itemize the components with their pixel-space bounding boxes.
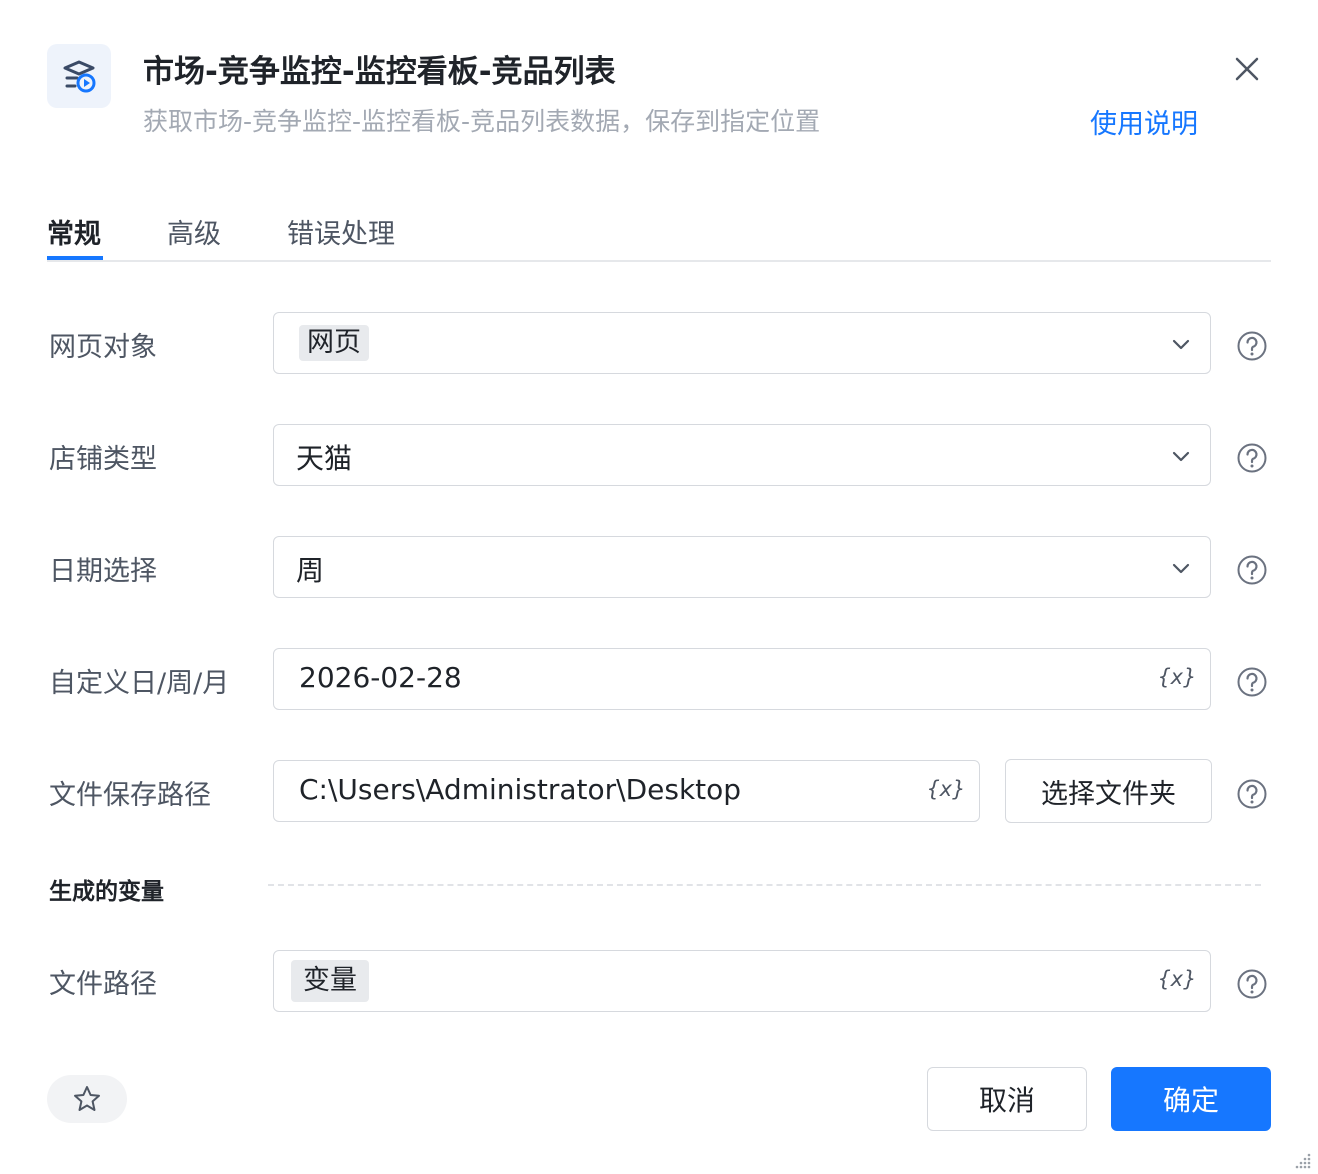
active-tab-indicator	[47, 256, 103, 260]
usage-instructions-link[interactable]: 使用说明	[1090, 102, 1198, 141]
help-icon[interactable]	[1236, 442, 1268, 474]
dialog-subtitle: 获取市场-竞争监控-监控看板-竞品列表数据，保存到指定位置	[143, 107, 821, 136]
variable-icon[interactable]: {x}	[1158, 665, 1196, 689]
help-icon[interactable]	[1236, 554, 1268, 586]
file-path-label: 文件路径	[49, 969, 157, 1000]
generated-variables-title: 生成的变量	[49, 879, 164, 905]
dialog-title: 市场-竞争监控-监控看板-竞品列表	[143, 54, 616, 90]
date-select-label: 日期选择	[49, 556, 157, 587]
chevron-down-icon	[1172, 563, 1190, 574]
web-object-select[interactable]: 网页	[273, 312, 1211, 374]
choose-folder-button[interactable]: 选择文件夹	[1005, 759, 1212, 823]
file-path-output[interactable]: 变量 {x}	[273, 950, 1211, 1012]
help-icon[interactable]	[1236, 968, 1268, 1000]
web-object-chip: 网页	[299, 325, 369, 361]
cancel-button[interactable]: 取消	[927, 1067, 1087, 1131]
shop-type-select[interactable]: 天猫	[273, 424, 1211, 486]
help-icon[interactable]	[1236, 666, 1268, 698]
favorite-button[interactable]	[47, 1075, 127, 1123]
shop-type-label: 店铺类型	[49, 444, 157, 475]
app-icon	[47, 44, 111, 108]
help-icon[interactable]	[1236, 330, 1268, 362]
variable-icon[interactable]: {x}	[1158, 967, 1196, 991]
close-button[interactable]	[1228, 50, 1266, 88]
save-path-label: 文件保存路径	[49, 780, 211, 811]
save-path-value: C:\Users\Administrator\Desktop	[299, 773, 742, 806]
tab-general[interactable]: 常规	[47, 212, 101, 251]
custom-date-label: 自定义日/周/月	[49, 668, 230, 699]
chevron-down-icon	[1172, 339, 1190, 350]
confirm-button[interactable]: 确定	[1111, 1067, 1271, 1131]
tab-error-handling[interactable]: 错误处理	[287, 212, 395, 251]
shop-type-value: 天猫	[296, 442, 353, 475]
star-icon	[74, 1086, 100, 1111]
close-icon	[1235, 57, 1259, 81]
custom-date-input[interactable]: 2026-02-28 {x}	[273, 648, 1211, 710]
variable-icon[interactable]: {x}	[927, 777, 965, 801]
save-path-input[interactable]: C:\Users\Administrator\Desktop {x}	[273, 760, 980, 822]
resize-grip-icon[interactable]	[1292, 1150, 1312, 1170]
flow-play-icon	[63, 60, 96, 93]
custom-date-value: 2026-02-28	[299, 661, 462, 694]
date-select-dropdown[interactable]: 周	[273, 536, 1211, 598]
chevron-down-icon	[1172, 451, 1190, 462]
help-icon[interactable]	[1236, 778, 1268, 810]
tab-bar: 常规 高级 错误处理	[47, 206, 1271, 262]
variable-chip: 变量	[291, 960, 369, 1002]
tab-advanced[interactable]: 高级	[167, 212, 221, 251]
web-object-label: 网页对象	[49, 332, 157, 363]
section-divider	[268, 884, 1261, 886]
date-select-value: 周	[296, 554, 325, 587]
